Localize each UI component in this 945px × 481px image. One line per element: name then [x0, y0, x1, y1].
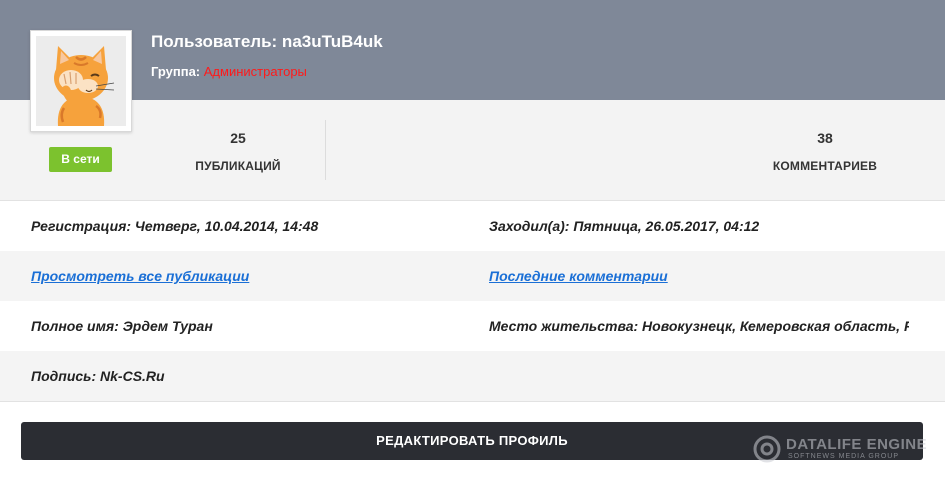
details-row-dates: Регистрация: Четверг, 10.04.2014, 14:48 … [0, 201, 945, 251]
details-row-signature: Подпись: Nk-CS.Ru [0, 351, 945, 401]
avatar [30, 30, 132, 132]
details-row-info: Полное имя: Эрдем Туран Место жительства… [0, 301, 945, 351]
watermark-title: DATALIFE ENGINE [786, 436, 928, 453]
view-publications-cell: Просмотреть все публикации [31, 251, 451, 301]
full-name: Полное имя: Эрдем Туран [31, 318, 213, 334]
profile-header: Пользователь: na3uTuB4uk Группа: Админис… [0, 0, 945, 100]
cat-facepalm-avatar-icon [36, 36, 126, 126]
details-row-links: Просмотреть все публикации Последние ком… [0, 251, 945, 301]
last-visit-date: Заходил(а): Пятница, 26.05.2017, 04:12 [489, 218, 760, 234]
watermark-subtitle: SOFTNEWS MEDIA GROUP [788, 453, 900, 460]
publications-count: 25 [230, 130, 246, 146]
comments-count: 38 [817, 130, 833, 146]
last-comments-cell: Последние комментарии [489, 251, 909, 301]
stat-comments: 38 КОММЕНТАРИЕВ [770, 130, 880, 173]
view-all-publications-link[interactable]: Просмотреть все публикации [31, 268, 249, 284]
section-divider [0, 401, 945, 402]
comments-label: КОММЕНТАРИЕВ [772, 159, 878, 173]
datalife-logo-icon [753, 435, 781, 463]
profile-group: Группа: Администраторы [151, 64, 307, 79]
last-comments-link[interactable]: Последние комментарии [489, 268, 668, 284]
datalife-engine-watermark: DATALIFE ENGINE SOFTNEWS MEDIA GROUP [752, 432, 928, 464]
stat-publications: 25 ПУБЛИКАЦИЙ [188, 130, 288, 173]
group-label: Группа: [151, 64, 201, 79]
profile-username: Пользователь: na3uTuB4uk [151, 32, 383, 51]
signature: Подпись: Nk-CS.Ru [31, 368, 165, 384]
residence: Место жительства: Новокузнецк, Кемеровск… [489, 318, 909, 334]
stats-divider [325, 120, 326, 180]
registration-date: Регистрация: Четверг, 10.04.2014, 14:48 [31, 218, 319, 234]
status-badge: В сети [49, 147, 112, 172]
group-name: Администраторы [203, 64, 307, 79]
publications-label: ПУБЛИКАЦИЙ [195, 159, 281, 173]
